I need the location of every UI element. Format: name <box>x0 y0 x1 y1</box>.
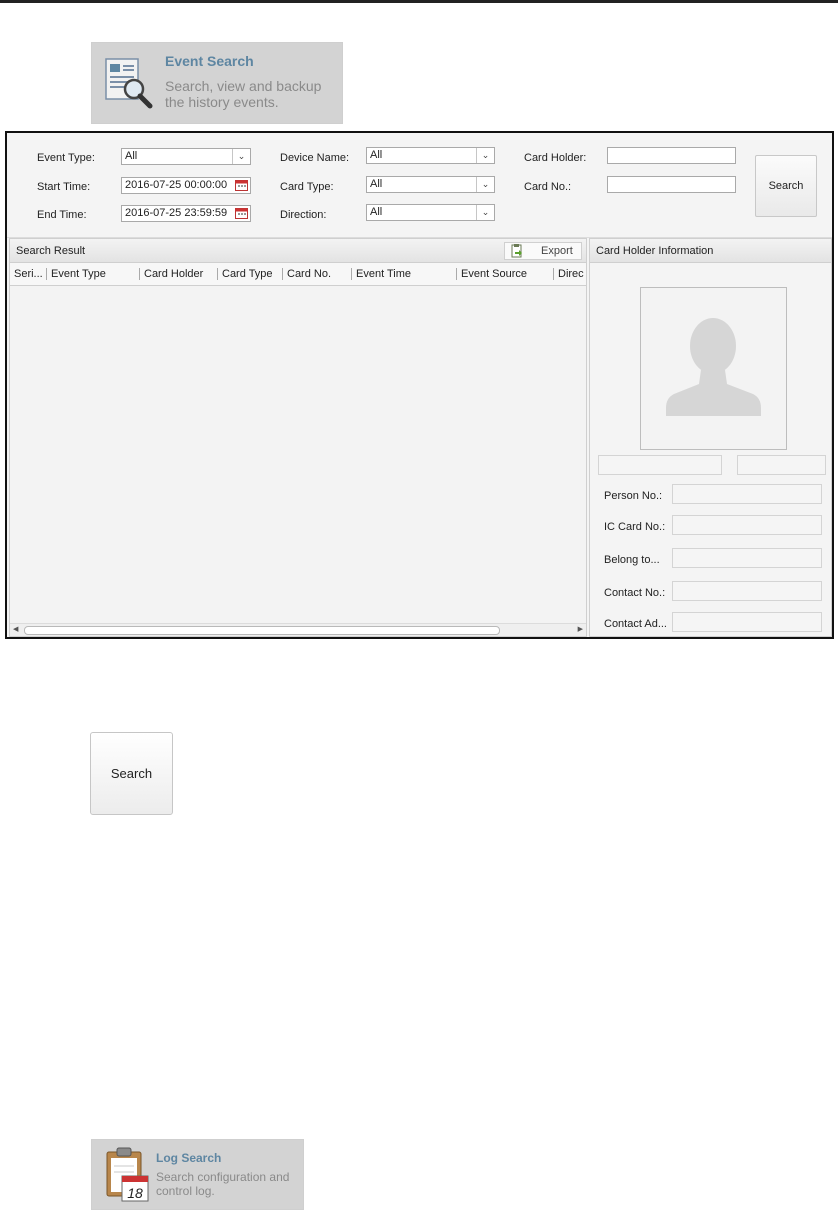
person-no-label: Person No.: <box>604 490 663 502</box>
event-search-description: Search, view and backup the history even… <box>165 78 322 111</box>
column-header-event-type[interactable]: Event Type <box>46 263 139 285</box>
card-holder-input[interactable] <box>607 147 736 164</box>
search-button-standalone-label: Search <box>110 766 153 781</box>
scrollbar-thumb[interactable] <box>24 626 500 635</box>
person-no-field <box>672 484 822 504</box>
card-no-input[interactable] <box>607 176 736 193</box>
calendar-day-number: 18 <box>127 1185 143 1201</box>
search-button-standalone[interactable]: Search <box>90 732 173 815</box>
result-table-header: Seri... Event Type Card Holder Card Type… <box>10 263 586 286</box>
card-holder-info-title: Card Holder Information <box>596 245 714 257</box>
ic-card-no-label: IC Card No.: <box>604 521 666 533</box>
chevron-down-icon: ⌄ <box>476 177 494 192</box>
event-search-title: Event Search <box>165 53 254 69</box>
end-time-field[interactable]: 2016-07-25 23:59:59 <box>121 205 251 222</box>
search-result-panel: Search Result Export Seri... Event Type … <box>9 238 587 637</box>
person-photo <box>640 287 787 450</box>
search-button-label: Search <box>768 180 804 192</box>
calendar-icon[interactable] <box>235 207 248 219</box>
export-label: Export <box>541 245 573 257</box>
card-holder-info-panel: Card Holder Information Person No.: IC C… <box>589 238 832 637</box>
card-holder-info-header: Card Holder Information <box>590 239 831 263</box>
scroll-right-icon[interactable]: ▶ <box>578 624 583 636</box>
search-button[interactable]: Search <box>755 155 817 217</box>
calendar-clipboard-icon: 18 <box>106 1147 149 1202</box>
export-icon <box>511 244 522 258</box>
device-name-label: Device Name: <box>280 152 350 164</box>
contact-address-field <box>672 612 822 632</box>
card-no-label: Card No.: <box>524 181 572 193</box>
card-holder-label: Card Holder: <box>524 152 587 164</box>
end-time-value: 2016-07-25 23:59:59 <box>125 207 228 219</box>
contact-address-label: Contact Ad... <box>604 618 667 630</box>
person-silhouette-icon <box>666 318 761 416</box>
chevron-down-icon: ⌄ <box>232 149 250 164</box>
ic-card-no-field <box>672 515 822 535</box>
person-name-box <box>598 455 722 475</box>
belong-to-label: Belong to... <box>604 554 660 566</box>
chevron-down-icon: ⌄ <box>476 148 494 163</box>
direction-label: Direction: <box>280 209 327 221</box>
export-button[interactable]: Export <box>504 242 582 260</box>
event-type-select[interactable]: All ⌄ <box>121 148 251 165</box>
calendar-icon[interactable] <box>235 179 248 191</box>
log-search-description: Search configuration and control log. <box>156 1170 290 1198</box>
column-header-direction[interactable]: Direc <box>553 263 586 285</box>
column-header-serial[interactable]: Seri... <box>10 263 46 285</box>
document-magnifier-icon <box>105 58 153 109</box>
contact-no-label: Contact No.: <box>604 587 666 599</box>
column-header-card-holder[interactable]: Card Holder <box>139 263 217 285</box>
person-id-box <box>737 455 826 475</box>
end-time-label: End Time: <box>37 209 87 221</box>
log-search-tile[interactable]: 18 Log Search Search configuration and c… <box>91 1139 304 1210</box>
column-header-card-type[interactable]: Card Type <box>217 263 282 285</box>
device-name-value: All <box>370 149 383 161</box>
contact-no-field <box>672 581 822 601</box>
event-type-value: All <box>125 150 138 162</box>
event-type-label: Event Type: <box>37 152 95 164</box>
horizontal-scrollbar[interactable]: ◀ ▶ <box>10 623 586 636</box>
page-top-rule <box>0 0 838 3</box>
belong-to-field <box>672 548 822 568</box>
chevron-down-icon: ⌄ <box>476 205 494 220</box>
start-time-label: Start Time: <box>37 181 91 193</box>
search-result-title: Search Result <box>16 245 86 257</box>
direction-value: All <box>370 206 383 218</box>
column-header-event-time[interactable]: Event Time <box>351 263 456 285</box>
event-search-tile[interactable]: Event Search Search, view and backup the… <box>91 42 343 124</box>
column-header-event-source[interactable]: Event Source <box>456 263 553 285</box>
event-search-window: Event Type: All ⌄ Start Time: 2016-07-25… <box>5 131 834 639</box>
log-search-title: Log Search <box>156 1151 222 1165</box>
card-type-select[interactable]: All ⌄ <box>366 176 495 193</box>
filter-panel: Event Type: All ⌄ Start Time: 2016-07-25… <box>7 133 832 238</box>
scroll-left-icon[interactable]: ◀ <box>13 624 18 636</box>
device-name-select[interactable]: All ⌄ <box>366 147 495 164</box>
search-result-header: Search Result Export <box>10 239 586 263</box>
start-time-field[interactable]: 2016-07-25 00:00:00 <box>121 177 251 194</box>
card-type-value: All <box>370 178 383 190</box>
direction-select[interactable]: All ⌄ <box>366 204 495 221</box>
column-header-card-no[interactable]: Card No. <box>282 263 351 285</box>
card-type-label: Card Type: <box>280 181 334 193</box>
start-time-value: 2016-07-25 00:00:00 <box>125 179 228 191</box>
